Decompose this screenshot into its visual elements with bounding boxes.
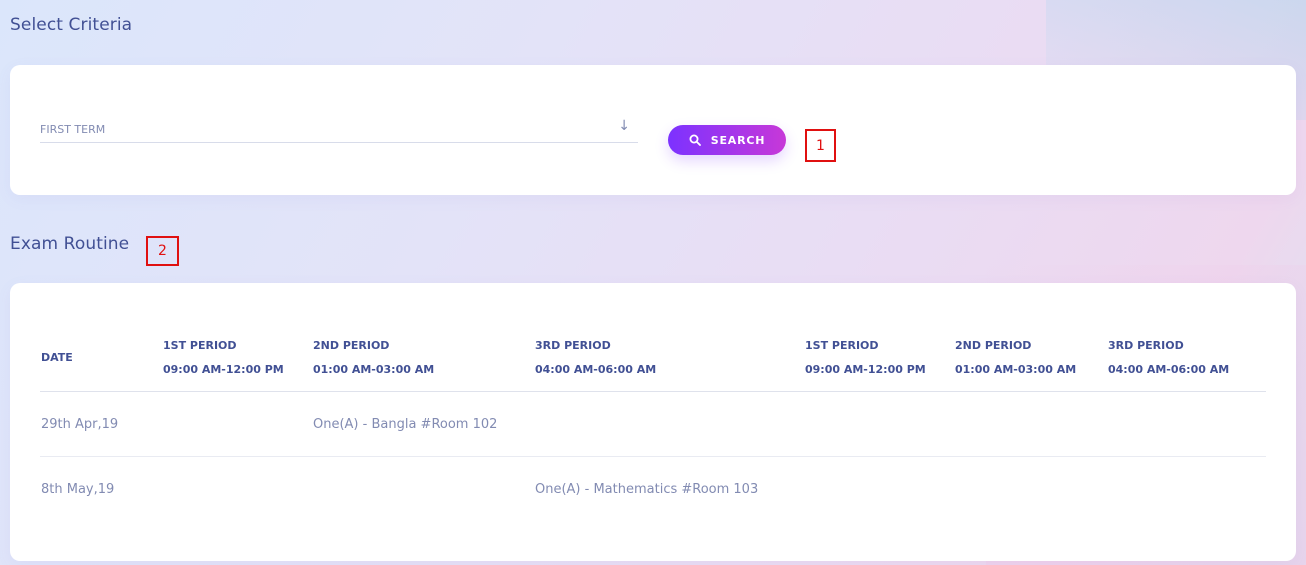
column-header-period-3: 3RD PERIOD 04:00 AM-06:00 AM (535, 339, 656, 376)
arrow-down-icon: ↓ (618, 118, 630, 134)
column-header-period-5: 2ND PERIOD 01:00 AM-03:00 AM (955, 339, 1076, 376)
period-time: 01:00 AM-03:00 AM (313, 363, 435, 376)
period-name: 1ST PERIOD (163, 339, 237, 352)
period-name: 3RD PERIOD (1108, 339, 1184, 352)
period-name: 3RD PERIOD (535, 339, 611, 352)
routine-table-header: DATE 1ST PERIOD 09:00 AM-12:00 PM 2ND PE… (40, 335, 1266, 392)
period-time: 04:00 AM-06:00 AM (1108, 363, 1230, 376)
column-header-period-2: 2ND PERIOD 01:00 AM-03:00 AM (313, 339, 434, 376)
period-time: 01:00 AM-03:00 AM (955, 363, 1077, 376)
row-date: 29th Apr,19 (41, 417, 119, 432)
annotation-marker-2: 2 (146, 236, 179, 266)
exam-routine-title: Exam Routine (10, 234, 130, 254)
row-cell: One(A) - Mathematics #Room 103 (535, 482, 759, 497)
search-button[interactable]: SEARCH (668, 125, 786, 155)
column-header-date: DATE (41, 351, 73, 364)
column-header-period-6: 3RD PERIOD 04:00 AM-06:00 AM (1108, 339, 1229, 376)
search-icon (689, 134, 701, 146)
column-header-period-4: 1ST PERIOD 09:00 AM-12:00 PM (805, 339, 926, 376)
annotation-marker-1: 1 (805, 129, 836, 162)
search-button-label: SEARCH (710, 133, 766, 147)
exam-term-select[interactable]: FIRST TERM ↓ (40, 118, 638, 143)
select-criteria-title: Select Criteria (10, 15, 133, 35)
criteria-panel: FIRST TERM ↓ SEARCH (10, 65, 1296, 195)
period-time: 04:00 AM-06:00 AM (535, 363, 657, 376)
period-name: 2ND PERIOD (313, 339, 390, 352)
table-row: 29th Apr,19 One(A) - Bangla #Room 102 (40, 392, 1266, 457)
period-name: 2ND PERIOD (955, 339, 1032, 352)
exam-term-select-value: FIRST TERM (40, 123, 106, 136)
period-name: 1ST PERIOD (805, 339, 879, 352)
row-cell: One(A) - Bangla #Room 102 (313, 417, 498, 432)
exam-routine-panel: DATE 1ST PERIOD 09:00 AM-12:00 PM 2ND PE… (10, 283, 1296, 561)
period-time: 09:00 AM-12:00 PM (805, 363, 926, 376)
period-time: 09:00 AM-12:00 PM (163, 363, 284, 376)
table-row: 8th May,19 One(A) - Mathematics #Room 10… (40, 457, 1266, 521)
column-header-period-1: 1ST PERIOD 09:00 AM-12:00 PM (163, 339, 284, 376)
row-date: 8th May,19 (41, 482, 115, 497)
